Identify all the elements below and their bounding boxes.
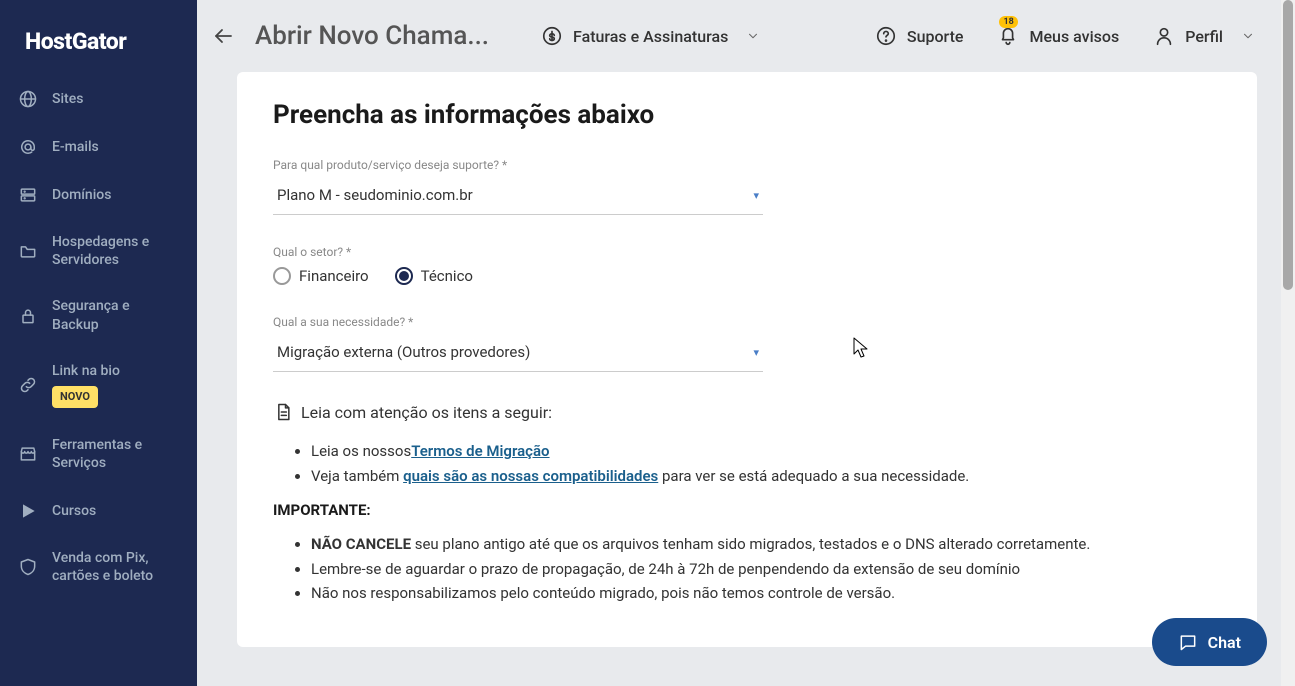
radio-icon [273, 267, 291, 285]
sidebar-label: Domínios [52, 186, 111, 204]
support-link[interactable]: Suporte [863, 19, 976, 53]
radio-label: Técnico [421, 267, 473, 285]
sidebar-item-emails[interactable]: E-mails [0, 123, 197, 171]
sector-label: Qual o setor? * [273, 245, 1221, 259]
info-block: Leia com atenção os itens a seguir: Leia… [273, 402, 1221, 605]
document-icon [273, 402, 293, 422]
chevron-down-icon: ▾ [753, 346, 759, 359]
chat-button[interactable]: Chat [1152, 618, 1267, 666]
sidebar-item-linkbio[interactable]: Link na bio NOVO [0, 348, 197, 422]
sidebar-item-hospedagem[interactable]: Hospedagens e Servidores [0, 219, 197, 283]
server-icon [18, 185, 38, 205]
chat-icon [1178, 632, 1198, 652]
sidebar-item-sites[interactable]: Sites [0, 75, 197, 123]
dollar-icon [541, 25, 563, 47]
sidebar-item-cursos[interactable]: Cursos [0, 487, 197, 535]
support-label: Suporte [907, 27, 964, 46]
sidebar-item-venda[interactable]: Venda com Pix, cartões e boleto [0, 535, 197, 599]
sidebar: HostGator Sites E-mails Domínios [0, 0, 197, 686]
lock-icon [18, 306, 38, 326]
product-value: Plano M - seudominio.com.br [277, 186, 473, 204]
need-select[interactable]: Migração externa (Outros provedores) ▾ [273, 335, 763, 372]
shield-icon [18, 557, 38, 577]
main-area: Abrir Novo Chama... Faturas e Assinatura… [197, 0, 1295, 686]
scrollbar-track[interactable] [1281, 0, 1295, 686]
arrow-left-icon [211, 24, 235, 48]
help-icon [875, 25, 897, 47]
sidebar-label: E-mails [52, 138, 99, 156]
profile-dropdown[interactable]: Perfil [1141, 19, 1267, 53]
logo: HostGator [0, 18, 197, 75]
product-label: Para qual produto/serviço deseja suporte… [273, 158, 1221, 172]
sidebar-label: Venda com Pix, cartões e boleto [52, 549, 179, 585]
sidebar-label: Segurança e Backup [52, 297, 179, 333]
termos-link[interactable]: Termos de Migração [411, 442, 549, 460]
sidebar-label: Hospedagens e Servidores [52, 233, 179, 269]
chevron-down-icon [1241, 29, 1255, 43]
sidebar-item-ferramentas[interactable]: Ferramentas e Serviços [0, 422, 197, 486]
need-label: Qual a sua necessidade? * [273, 315, 1221, 329]
info-bullet: Lembre-se de aguardar o prazo de propaga… [311, 558, 1221, 581]
form-card: Preencha as informações abaixo Para qual… [237, 72, 1257, 647]
invoices-dropdown[interactable]: Faturas e Assinaturas [529, 19, 772, 53]
notices-label: Meus avisos [1029, 27, 1119, 46]
sidebar-item-dominios[interactable]: Domínios [0, 171, 197, 219]
topbar: Abrir Novo Chama... Faturas e Assinatura… [197, 0, 1295, 72]
folder-icon [18, 241, 38, 261]
notification-badge: 18 [999, 16, 1017, 28]
globe-icon [18, 89, 38, 109]
info-bullet: Leia os nossosTermos de Migração [311, 440, 1221, 463]
store-icon [18, 444, 38, 464]
sidebar-label: Sites [52, 90, 83, 108]
info-heading-text: Leia com atenção os itens a seguir: [301, 403, 552, 422]
compat-link[interactable]: quais são as nossas compatibilidades [403, 467, 658, 485]
user-icon [1153, 25, 1175, 47]
radio-icon [395, 267, 413, 285]
info-bullet: Veja também quais são as nossas compatib… [311, 465, 1221, 488]
scrollbar-thumb[interactable] [1283, 0, 1293, 290]
chevron-down-icon [746, 29, 760, 43]
back-button[interactable] [205, 18, 241, 54]
invoices-label: Faturas e Assinaturas [573, 27, 728, 46]
sidebar-item-seguranca[interactable]: Segurança e Backup [0, 283, 197, 347]
page-title: Abrir Novo Chama... [255, 21, 489, 51]
radio-financeiro[interactable]: Financeiro [273, 267, 369, 285]
radio-label: Financeiro [299, 267, 369, 285]
notices-link[interactable]: 18 Meus avisos [985, 19, 1131, 53]
radio-tecnico[interactable]: Técnico [395, 267, 473, 285]
info-bullet: NÃO CANCELE seu plano antigo até que os … [311, 533, 1221, 556]
sidebar-label: Ferramentas e Serviços [52, 436, 179, 472]
form-title: Preencha as informações abaixo [273, 100, 1221, 130]
novo-badge: NOVO [52, 386, 98, 408]
product-select[interactable]: Plano M - seudominio.com.br ▾ [273, 178, 763, 215]
sidebar-label: Cursos [52, 502, 96, 520]
chat-label: Chat [1208, 633, 1241, 652]
play-icon [18, 501, 38, 521]
at-icon [18, 137, 38, 157]
importante-label: IMPORTANTE: [273, 501, 1221, 519]
need-value: Migração externa (Outros provedores) [277, 343, 530, 361]
link-icon [18, 375, 38, 395]
chevron-down-icon: ▾ [753, 189, 759, 202]
info-bullet: Não nos responsabilizamos pelo conteúdo … [311, 582, 1221, 605]
profile-label: Perfil [1185, 27, 1223, 46]
bell-icon [997, 25, 1019, 47]
sidebar-label: Link na bio [52, 362, 120, 380]
